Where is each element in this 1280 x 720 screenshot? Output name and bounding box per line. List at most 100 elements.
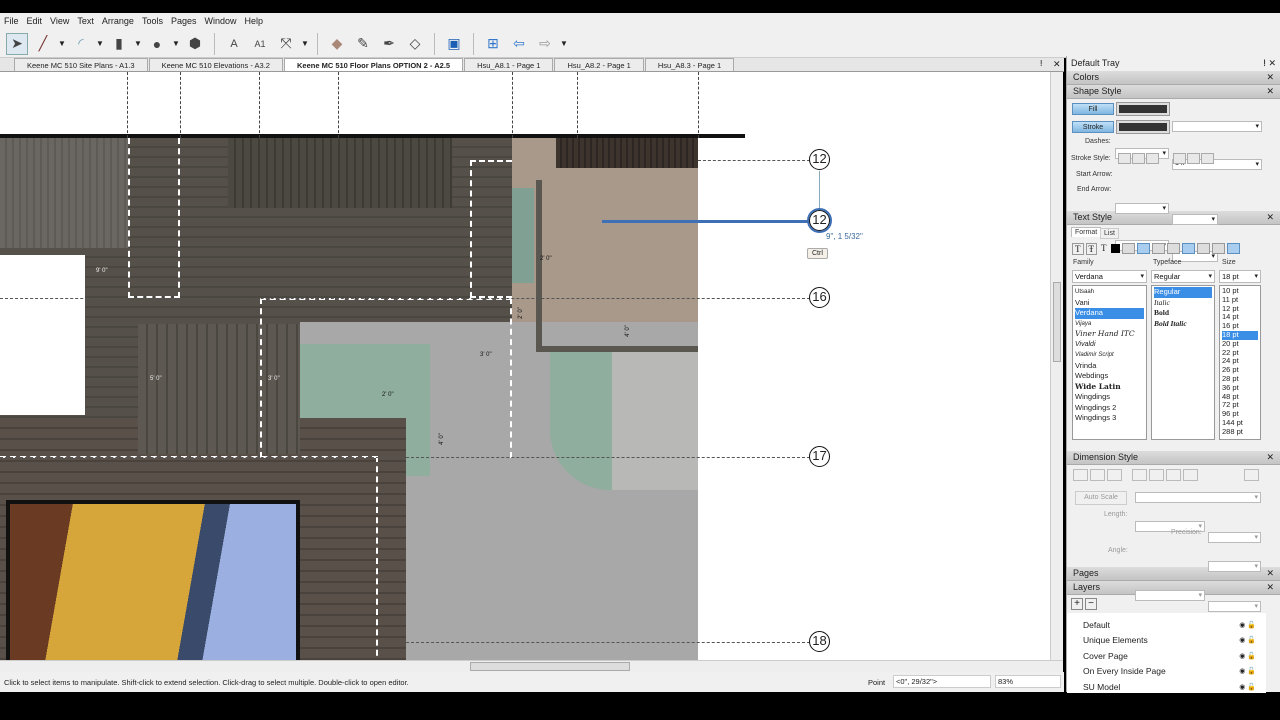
zoom-select[interactable]: 83%	[995, 675, 1061, 688]
chevron-down-icon[interactable]: ▾	[1208, 271, 1214, 282]
list-item[interactable]: 288 pt	[1222, 427, 1258, 437]
dimension-tool-icon[interactable]: ⤧	[275, 33, 297, 55]
visibility-lock-icon[interactable]: ◉ 🔓	[1239, 621, 1256, 629]
close-icon[interactable]: ⵑ ✕	[1263, 58, 1276, 69]
list-item[interactable]: Bold Italic	[1154, 319, 1212, 330]
close-icon[interactable]: ✕	[1266, 568, 1274, 579]
scroll-thumb[interactable]	[470, 662, 630, 671]
close-icon[interactable]: ✕	[1266, 452, 1274, 463]
close-icon[interactable]: ✕	[1266, 212, 1274, 223]
grid-bubble-selected[interactable]: 12	[807, 208, 832, 233]
list-item[interactable]: Wide Latin	[1075, 382, 1144, 393]
list-item[interactable]: Wingdings 3	[1075, 413, 1144, 424]
vertical-scrollbar[interactable]	[1050, 72, 1063, 660]
add-page-icon[interactable]: ⊞	[482, 33, 504, 55]
style-sampler-icon[interactable]: ✎	[352, 33, 374, 55]
family-field[interactable]: Verdana ▾	[1072, 270, 1147, 283]
close-icon[interactable]: ✕	[1266, 86, 1274, 97]
point-field[interactable]: <0", 29/32">	[893, 675, 991, 688]
chevron-down-icon[interactable]: ▼	[96, 39, 104, 48]
menu-help[interactable]: Help	[245, 16, 264, 27]
circle-tool-icon[interactable]: ●	[146, 33, 168, 55]
chevron-down-icon[interactable]: ▼	[560, 39, 568, 48]
list-item[interactable]: Viner Hand ITC	[1075, 329, 1144, 340]
chevron-down-icon[interactable]: ▼	[172, 39, 180, 48]
size-list[interactable]: 10 pt 11 pt 12 pt 14 pt 16 pt 18 pt 20 pt 22 pt…	[1219, 285, 1261, 440]
list-item[interactable]: Italic	[1154, 298, 1212, 309]
rectangle-tool-icon[interactable]: ▮	[108, 33, 130, 55]
list-item[interactable]: Regular	[1154, 287, 1212, 298]
menu-window[interactable]: Window	[204, 16, 236, 27]
layer-row[interactable]: On Every Inside Page ◉ 🔓	[1067, 664, 1266, 680]
family-list[interactable]: Utsaah Vani Verdana Vijaya Viner Hand ITC Viv…	[1072, 285, 1147, 440]
selected-line[interactable]	[602, 220, 810, 223]
chevron-down-icon[interactable]: ▼	[134, 39, 142, 48]
dimension-buttons[interactable]	[1073, 469, 1198, 481]
text-format-buttons[interactable]: TŦT	[1072, 243, 1240, 255]
layer-row[interactable]: SU Model ◉ 🔓	[1067, 679, 1266, 695]
label-tool-icon[interactable]: A1	[249, 33, 271, 55]
cap-style-buttons[interactable]	[1118, 153, 1159, 164]
grid-bubble[interactable]: 18	[809, 631, 830, 652]
polygon-tool-icon[interactable]: ⬢	[184, 33, 206, 55]
stroke-button[interactable]: Stroke	[1072, 121, 1114, 133]
shape-style-header[interactable]: Shape Style ✕	[1067, 85, 1280, 99]
menu-text[interactable]: Text	[77, 16, 94, 27]
add-layer-button[interactable]: +	[1071, 598, 1083, 610]
stroke-color-swatch[interactable]	[1116, 120, 1170, 134]
list-item[interactable]: Vani	[1075, 298, 1144, 309]
colors-panel-header[interactable]: Colors ✕	[1067, 71, 1280, 85]
layer-row[interactable]: Cover Page ◉ 🔓	[1067, 648, 1266, 664]
list-item[interactable]: Vijaya	[1075, 319, 1144, 330]
angle-unit-select[interactable]	[1208, 601, 1261, 612]
previous-page-icon[interactable]: ⇦	[508, 33, 530, 55]
eraser-icon[interactable]: ◆	[326, 33, 348, 55]
grid-bubble[interactable]: 16	[809, 287, 830, 308]
tab-format[interactable]: Format	[1071, 227, 1102, 237]
menu-pages[interactable]: Pages	[171, 16, 197, 27]
text-tool-icon[interactable]: A	[223, 33, 245, 55]
visibility-lock-icon[interactable]: ◉ 🔓	[1239, 636, 1256, 644]
list-item[interactable]: Webdings	[1075, 371, 1144, 382]
paint-icon[interactable]: ✒	[378, 33, 400, 55]
list-item[interactable]: Vladimir Script	[1075, 350, 1144, 361]
list-item[interactable]: Utsaah	[1075, 287, 1144, 298]
close-icon[interactable]: ✕	[1266, 582, 1274, 593]
chevron-down-icon[interactable]: ▾	[1254, 271, 1260, 282]
menu-file[interactable]: File	[4, 16, 19, 27]
horizontal-scrollbar[interactable]	[0, 660, 1063, 672]
angle-select[interactable]	[1135, 590, 1205, 601]
drawing-canvas[interactable]: 12 12 16 17 18 9", 1 5/32" Ctrl 9' 0" 2'…	[0, 72, 1050, 660]
remove-layer-button[interactable]: −	[1085, 598, 1097, 610]
pin-icon[interactable]: ⵑ	[1040, 59, 1042, 68]
list-item[interactable]: Wingdings 2	[1075, 403, 1144, 414]
fill-button[interactable]: Fill	[1072, 103, 1114, 115]
fill-color-swatch[interactable]	[1116, 102, 1170, 116]
close-icon[interactable]: ✕	[1266, 72, 1274, 83]
stroke-width-select[interactable]	[1172, 121, 1262, 132]
visibility-lock-icon[interactable]: ◉ 🔓	[1239, 667, 1256, 675]
visibility-lock-icon[interactable]: ◉ 🔓	[1239, 683, 1256, 691]
auto-scale-button[interactable]: Auto Scale	[1075, 491, 1127, 505]
menu-edit[interactable]: Edit	[27, 16, 43, 27]
scroll-thumb[interactable]	[1053, 282, 1061, 362]
start-arrow-select[interactable]	[1115, 203, 1169, 214]
close-icon[interactable]: ✕	[1053, 59, 1061, 70]
presentation-icon[interactable]: ▣	[443, 33, 465, 55]
arc-tool-icon[interactable]: ◜	[70, 33, 92, 55]
list-item[interactable]: Bold	[1154, 308, 1212, 319]
grid-bubble[interactable]: 17	[809, 446, 830, 467]
list-item[interactable]: Wingdings	[1075, 392, 1144, 403]
menu-view[interactable]: View	[50, 16, 69, 27]
tab-hsu-a83[interactable]: Hsu_A8.3 - Page 1	[644, 58, 735, 71]
length-unit-select[interactable]	[1208, 532, 1261, 543]
tab-hsu-a82[interactable]: Hsu_A8.2 - Page 1	[554, 58, 644, 71]
list-item[interactable]: Verdana	[1075, 308, 1144, 319]
layer-row[interactable]: Unique Elements ◉ 🔓	[1067, 633, 1266, 649]
tab-elevations[interactable]: Keene MC 510 Elevations - A3.2	[148, 58, 283, 71]
tab-floor-plans[interactable]: Keene MC 510 Floor Plans OPTION 2 - A2.5	[283, 58, 464, 71]
chevron-down-icon[interactable]: ▼	[58, 39, 66, 48]
dimension-offset-icon[interactable]	[1244, 469, 1259, 481]
chevron-down-icon[interactable]: ▼	[301, 39, 309, 48]
dimension-style-header[interactable]: Dimension Style ✕	[1067, 451, 1280, 465]
